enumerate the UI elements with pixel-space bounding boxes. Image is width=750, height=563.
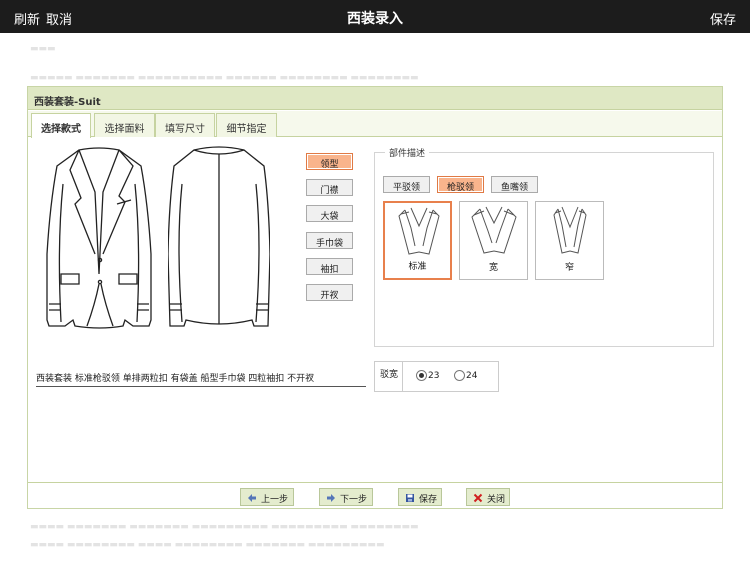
background-form-text: ▬▬▬▬ ▬▬▬▬▬▬▬▬ ▬▬▬▬ ▬▬▬▬▬▬▬▬ ▬▬▬▬▬▬▬ ▬▬▬▬… (30, 540, 385, 550)
suit-back-illustration (168, 146, 270, 327)
background-form-text: ▬▬▬▬ ▬▬▬▬▬▬▬ ▬▬▬▬▬▬▬ ▬▬▬▬▬▬▬▬▬ ▬▬▬▬▬▬▬▬▬… (30, 522, 419, 532)
divider (402, 362, 403, 391)
tab-detail-spec[interactable]: 细节指定 (216, 113, 277, 137)
part-vent-button[interactable]: 开衩 (306, 284, 353, 301)
width-standard-card[interactable]: 标准 (383, 201, 452, 280)
tab-fill-size[interactable]: 填写尺寸 (155, 113, 215, 137)
part-sleeve-button-button[interactable]: 袖扣 (306, 258, 353, 275)
previous-step-button[interactable]: 上一步 (240, 488, 294, 506)
part-description-panel: 部件描述 平驳领 枪驳领 鱼嘴领 标准 宽 窄 (374, 146, 714, 347)
lapel-width-group: 驳宽 23 24 (374, 361, 499, 392)
arrow-left-icon (248, 494, 256, 502)
lapel-width-23-label: 23 (428, 371, 440, 381)
close-button[interactable]: 关闭 (466, 488, 510, 506)
part-pocket-button[interactable]: 大袋 (306, 205, 353, 222)
previous-step-label: 上一步 (261, 495, 289, 505)
background-form-text: ▬▬▬ (30, 44, 56, 54)
style-description: 西装套装 标准枪驳领 单排两粒扣 有袋盖 船型手巾袋 四粒袖扣 不开衩 (36, 371, 366, 387)
fishmouth-lapel-option[interactable]: 鱼嘴领 (491, 176, 538, 193)
part-lapel-button[interactable]: 领型 (306, 153, 353, 170)
close-label: 关闭 (487, 495, 506, 505)
width-narrow-label: 窄 (564, 263, 574, 273)
suit-dialog: 西装套装-Suit 选择款式 选择面料 填写尺寸 细节指定 领型 门襟 大袋 手… (27, 86, 723, 509)
tab-select-fabric[interactable]: 选择面料 (94, 113, 155, 137)
top-bar: 刷新 取消 西装录入 保存 (0, 0, 750, 33)
lapel-width-label: 驳宽 (380, 370, 399, 380)
page-title: 西装录入 (347, 11, 403, 27)
next-step-label: 下一步 (340, 495, 368, 505)
next-step-button[interactable]: 下一步 (319, 488, 373, 506)
floppy-disk-icon (406, 494, 414, 502)
part-placket-button[interactable]: 门襟 (306, 179, 353, 196)
dialog-save-button[interactable]: 保存 (398, 488, 442, 506)
save-button[interactable]: 保存 (710, 9, 736, 28)
close-icon (473, 493, 483, 503)
part-chest-pocket-button[interactable]: 手巾袋 (306, 232, 353, 249)
peak-lapel-option[interactable]: 枪驳领 (437, 176, 484, 193)
lapel-width-24-label: 24 (466, 371, 478, 381)
panel-legend: 部件描述 (385, 146, 430, 159)
notch-lapel-option[interactable]: 平驳领 (383, 176, 430, 193)
arrow-right-icon (327, 494, 335, 502)
dialog-save-label: 保存 (419, 495, 438, 505)
suit-front-illustration (46, 147, 152, 329)
lapel-wide-icon (471, 206, 517, 254)
width-standard-label: 标准 (408, 262, 427, 272)
lapel-narrow-icon (553, 206, 587, 254)
dialog-title: 西装套装-Suit (28, 87, 722, 110)
lapel-width-23-radio[interactable] (416, 370, 427, 381)
tab-bar: 选择款式 选择面料 填写尺寸 细节指定 (28, 111, 722, 138)
width-wide-label: 宽 (488, 263, 498, 273)
background-form-text: ▬▬▬▬▬ ▬▬▬▬▬▬▬ ▬▬▬▬▬▬▬▬▬▬ ▬▬▬▬▬▬ ▬▬▬▬▬▬▬▬… (30, 73, 419, 83)
width-narrow-card[interactable]: 窄 (535, 201, 604, 280)
tab-select-style[interactable]: 选择款式 (31, 113, 91, 138)
dialog-footer: 上一步 下一步 保存 关闭 (28, 482, 722, 508)
lapel-standard-icon (398, 207, 440, 255)
width-wide-card[interactable]: 宽 (459, 201, 528, 280)
lapel-width-24-radio[interactable] (454, 370, 465, 381)
